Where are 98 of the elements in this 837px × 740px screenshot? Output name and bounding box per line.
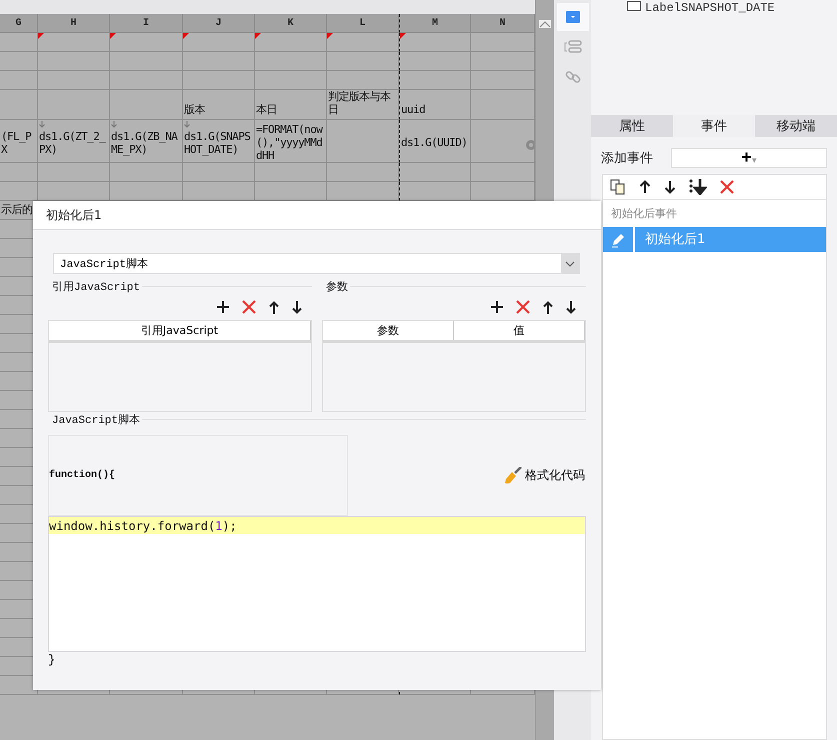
sheet-cell[interactable]: [327, 71, 399, 90]
sheet-cell[interactable]: [110, 52, 183, 71]
code-editor[interactable]: window.history.forward(1);: [48, 516, 586, 652]
sheet-cell[interactable]: [327, 52, 399, 71]
sheet-cell[interactable]: [38, 163, 110, 182]
layout-icon: [564, 40, 582, 54]
sheet-cell[interactable]: [38, 52, 110, 71]
sheet-cell[interactable]: [399, 52, 471, 71]
cell-text: 版本: [183, 102, 206, 118]
scroll-up-icon[interactable]: [539, 20, 551, 28]
sheet-cell[interactable]: [0, 182, 38, 201]
broom-icon: [504, 466, 522, 484]
sheet-cell[interactable]: [327, 33, 399, 52]
event-group-label: 初始化后事件: [610, 206, 678, 222]
sheet-cell[interactable]: [0, 71, 38, 90]
section-title: 参数: [325, 280, 348, 294]
column-header[interactable]: 参数: [323, 321, 454, 340]
column-header[interactable]: H: [38, 14, 110, 33]
column-header[interactable]: I: [110, 14, 183, 33]
sheet-cell[interactable]: [38, 71, 110, 90]
delete-icon[interactable]: [720, 180, 734, 194]
column-header[interactable]: G: [0, 14, 38, 33]
code-line: window.history.forward(1);: [49, 518, 237, 532]
cell-text: ds1.G(SNAPSHOT_DATE): [183, 128, 252, 158]
column-header[interactable]: N: [471, 14, 535, 33]
section-title: JavaScript脚本: [51, 413, 140, 427]
link-icon: [564, 69, 580, 85]
code-text: }: [48, 653, 56, 667]
format-code-button[interactable]: 格式化代码: [504, 466, 585, 484]
cell-text: 本日: [255, 102, 278, 118]
cell-text: ds1.G(ZT_2_PX): [38, 128, 107, 158]
move-down-icon[interactable]: [292, 300, 302, 314]
move-up-icon[interactable]: [543, 300, 553, 314]
sheet-cell[interactable]: [255, 52, 327, 71]
sheet-cell[interactable]: [0, 52, 38, 71]
tree-item[interactable]: LabelSNAPSHOT_DATE: [645, 1, 775, 15]
sheet-cell[interactable]: [183, 33, 255, 52]
sheet-cell[interactable]: 判定版本与本日: [327, 90, 399, 120]
move-up-icon[interactable]: [639, 180, 651, 194]
pencil-icon[interactable]: [610, 232, 626, 248]
cell-text: uuid: [400, 102, 426, 118]
sheet-cell[interactable]: [0, 33, 38, 52]
sheet-cell[interactable]: 本日: [255, 90, 327, 120]
move-down-icon[interactable]: [664, 180, 676, 194]
column-header[interactable]: L: [327, 14, 399, 33]
sheet-cell[interactable]: [399, 33, 471, 52]
sheet-cell[interactable]: [183, 163, 255, 182]
move-to-bottom-icon[interactable]: [689, 179, 707, 195]
column-header[interactable]: J: [183, 14, 255, 33]
sheet-cell[interactable]: [110, 163, 183, 182]
panel-tab[interactable]: 事件: [673, 115, 755, 137]
add-icon[interactable]: [217, 301, 229, 313]
sheet-cell[interactable]: uuid: [399, 90, 471, 120]
cell-text: ds1.G(ZB_NAME_PX): [110, 128, 179, 158]
column-header[interactable]: K: [255, 14, 327, 33]
delete-icon[interactable]: [516, 300, 530, 314]
sheet-cell[interactable]: [110, 71, 183, 90]
script-type-select[interactable]: JavaScript脚本: [53, 253, 580, 274]
dropdown-icon: [566, 11, 580, 23]
sheet-cell[interactable]: [399, 163, 471, 182]
add-icon[interactable]: [491, 301, 503, 313]
cell-text: 示后的: [0, 202, 34, 218]
sheet-cell[interactable]: (FL_PX: [0, 120, 38, 163]
delete-icon[interactable]: [242, 300, 256, 314]
move-up-icon[interactable]: [269, 300, 279, 314]
sheet-cell[interactable]: ds1.G(UUID): [399, 120, 471, 163]
cell-text: (FL_PX: [0, 128, 32, 158]
tool-button[interactable]: [556, 3, 588, 31]
sheet-cell[interactable]: [0, 163, 38, 182]
sheet-cell[interactable]: [255, 71, 327, 90]
sheet-cell[interactable]: ds1.G(ZT_2_PX): [38, 120, 110, 163]
sheet-cell[interactable]: [327, 120, 399, 163]
sheet-cell[interactable]: [110, 33, 183, 52]
sheet-cell[interactable]: [183, 71, 255, 90]
sheet-cell[interactable]: [183, 52, 255, 71]
add-event-label: 添加事件: [601, 150, 654, 167]
sheet-cell[interactable]: [38, 90, 110, 120]
sheet-cell[interactable]: 版本: [183, 90, 255, 120]
column-header[interactable]: 值: [454, 321, 585, 340]
chevron-down-icon: [565, 260, 575, 266]
section-title: 引用JavaScript: [51, 280, 140, 294]
copy-icon[interactable]: [610, 179, 626, 195]
sheet-cell[interactable]: [0, 90, 38, 120]
code-text: function(){: [49, 470, 116, 481]
sheet-cell[interactable]: [255, 33, 327, 52]
move-down-icon[interactable]: [566, 300, 576, 314]
sheet-cell[interactable]: [38, 33, 110, 52]
cell-text: ds1.G(UUID): [400, 135, 468, 151]
column-header[interactable]: M: [399, 14, 471, 33]
sheet-cell[interactable]: [327, 163, 399, 182]
dialog-title: 初始化后1: [33, 201, 601, 230]
sheet-cell[interactable]: ds1.G(ZB_NAME_PX): [110, 120, 183, 163]
add-event-button[interactable]: +▾: [671, 148, 827, 168]
sheet-cell[interactable]: =FORMAT(now(),"yyyyMMddHH: [255, 120, 327, 163]
sheet-cell[interactable]: ds1.G(SNAPSHOT_DATE): [183, 120, 255, 163]
sheet-cell[interactable]: [255, 163, 327, 182]
sheet-cell[interactable]: [399, 71, 471, 90]
sheet-cell[interactable]: [110, 90, 183, 120]
